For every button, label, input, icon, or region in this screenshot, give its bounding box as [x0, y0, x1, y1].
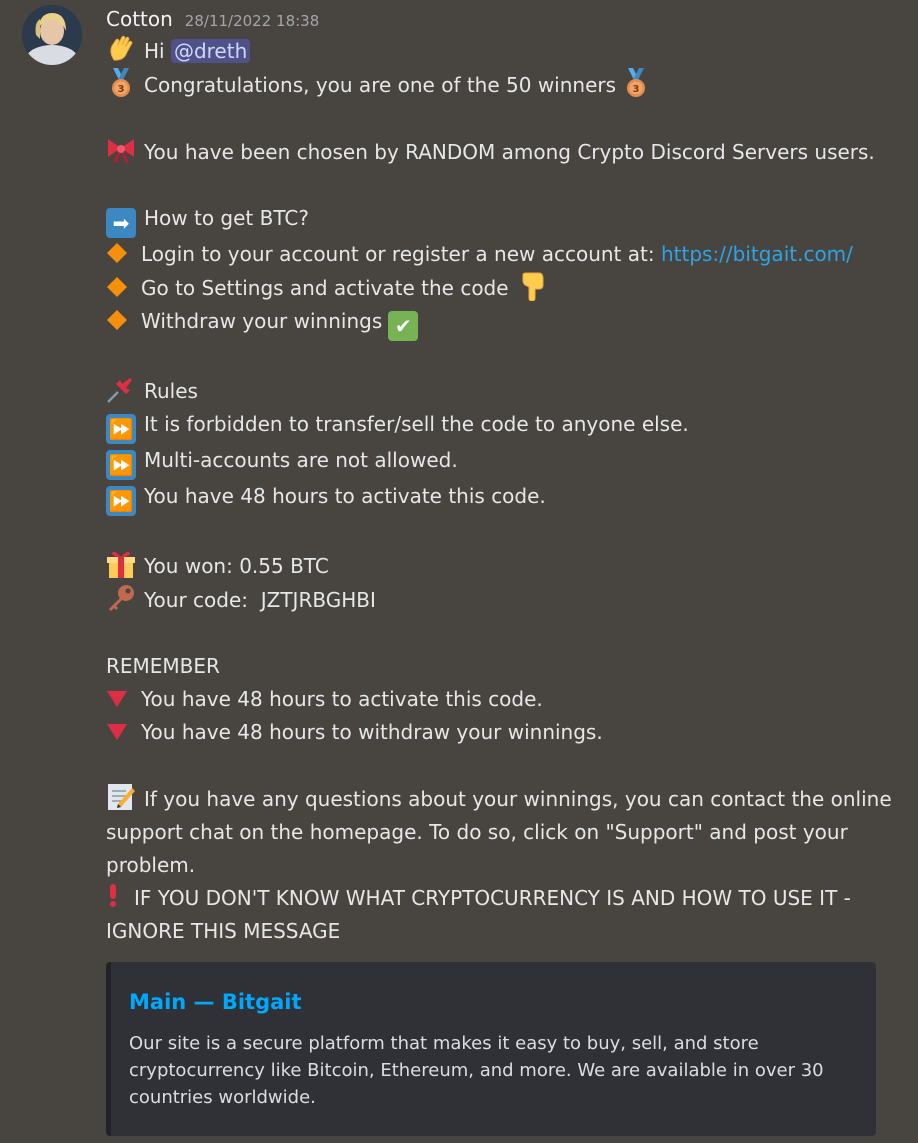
- rule1-text: It is forbidden to transfer/sell the cod…: [144, 412, 689, 436]
- rules-line: Rules: [106, 374, 896, 408]
- rule1-line: ⏩ It is forbidden to transfer/sell the co…: [106, 408, 896, 444]
- bitgait-link[interactable]: https://bitgait.com/: [661, 242, 853, 266]
- step3-text: Withdraw your winnings: [141, 309, 383, 333]
- pushpin-icon: [106, 374, 136, 404]
- step2-text: Go to Settings and activate the code: [141, 276, 509, 300]
- orange-diamond-icon: [106, 308, 128, 330]
- won-line: You won: 0.55 BTC: [106, 549, 896, 583]
- greeting-text: Hi: [144, 39, 171, 63]
- chosen-line: You have been chosen by RANDOM among Cry…: [106, 135, 896, 169]
- warning-text: IF YOU DON'T KNOW WHAT CRYPTOCURRENCY IS…: [106, 886, 858, 943]
- rules-title: Rules: [144, 379, 198, 403]
- timestamp[interactable]: 28/11/2022 18:38: [185, 6, 319, 36]
- svg-text:3: 3: [118, 84, 125, 95]
- bronze-medal-icon: 3: [106, 68, 136, 98]
- support-line: If you have any questions about your win…: [106, 782, 896, 882]
- support-text: If you have any questions about your win…: [106, 787, 898, 877]
- user-mention[interactable]: @dreth: [170, 39, 251, 63]
- congrats-line: 3 Congratulations, you are one of the 50 …: [106, 68, 896, 102]
- fast-forward-icon: ⏩: [106, 450, 136, 480]
- won-text: You won: 0.55 BTC: [144, 554, 329, 578]
- rule2-line: ⏩ Multi-accounts are not allowed.: [106, 444, 896, 480]
- embed-title[interactable]: Main — Bitgait: [129, 988, 852, 1016]
- fast-forward-icon: ⏩: [106, 414, 136, 444]
- red-triangle-down-icon: [106, 686, 128, 708]
- memo-icon: [106, 782, 136, 812]
- message-content: Cotton 28/11/2022 18:38 Hi @dreth 3 Congr…: [106, 4, 896, 948]
- warning-line: IF YOU DON'T KNOW WHAT CRYPTOCURRENCY IS…: [106, 882, 896, 948]
- ribbon-icon: [106, 135, 136, 165]
- step3-line: Withdraw your winnings ✔: [106, 305, 896, 341]
- red-triangle-down-icon: [106, 719, 128, 741]
- pointing-down-icon: [517, 271, 547, 302]
- rule2-text: Multi-accounts are not allowed.: [144, 448, 458, 472]
- remember2-text: You have 48 hours to withdraw your winni…: [141, 720, 603, 744]
- code-text[interactable]: Your code: JZTJRBGHBI: [144, 588, 376, 612]
- embed-description: Our site is a secure platform that makes…: [129, 1033, 824, 1108]
- greeting-line: Hi @dreth: [106, 34, 896, 68]
- how-to-text: How to get BTC?: [144, 206, 309, 230]
- remember1-text: You have 48 hours to activate this code.: [141, 687, 543, 711]
- link-embed: Main — Bitgait Our site is a secure plat…: [106, 962, 876, 1136]
- orange-diamond-icon: [106, 275, 128, 297]
- remember1-line: You have 48 hours to activate this code.: [106, 683, 896, 716]
- exclamation-icon: [106, 884, 120, 907]
- chosen-text: You have been chosen by RANDOM among Cry…: [144, 140, 875, 164]
- svg-text:3: 3: [633, 84, 640, 95]
- rule3-text: You have 48 hours to activate this code.: [144, 484, 546, 508]
- message-header: Cotton 28/11/2022 18:38: [106, 4, 896, 34]
- how-to-line: ➡ How to get BTC?: [106, 202, 896, 238]
- right-arrow-icon: ➡: [106, 208, 136, 238]
- remember-line: REMEMBER: [106, 650, 896, 683]
- remember2-line: You have 48 hours to withdraw your winni…: [106, 716, 896, 749]
- waving-hand-icon: [106, 34, 136, 64]
- rule3-line: ⏩ You have 48 hours to activate this code…: [106, 480, 896, 516]
- avatar[interactable]: [22, 5, 82, 65]
- chat-message: Cotton 28/11/2022 18:38 Hi @dreth 3 Congr…: [0, 0, 918, 1143]
- gift-icon: [106, 549, 136, 579]
- bronze-medal-icon: 3: [621, 68, 651, 98]
- message-body: Hi @dreth 3 Congratulations, you are one …: [106, 34, 896, 948]
- username[interactable]: Cotton: [106, 4, 173, 34]
- congrats-text: Congratulations, you are one of the 50 w…: [144, 73, 617, 97]
- step1-line: Login to your account or register a new …: [106, 238, 896, 271]
- step2-line: Go to Settings and activate the code: [106, 271, 896, 305]
- key-icon: [106, 583, 136, 613]
- check-mark-icon: ✔: [388, 311, 419, 341]
- remember-text: REMEMBER: [106, 654, 220, 678]
- orange-diamond-icon: [106, 241, 128, 263]
- code-line: Your code: JZTJRBGHBI: [106, 583, 896, 617]
- fast-forward-icon: ⏩: [106, 486, 136, 516]
- step1-text: Login to your account or register a new …: [141, 242, 661, 266]
